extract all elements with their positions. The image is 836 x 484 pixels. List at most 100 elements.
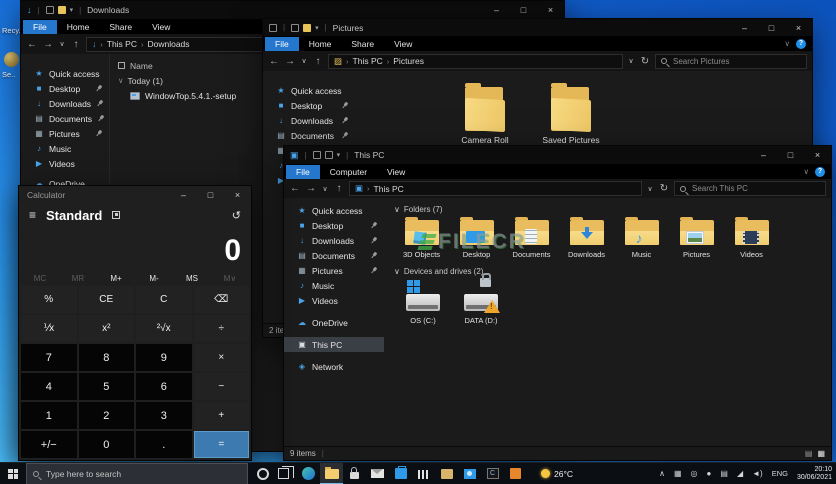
tab-file[interactable]: File — [23, 19, 57, 34]
calculator-title-bar[interactable]: Calculator – □ × — [19, 186, 251, 204]
menu-icon[interactable]: ≡ — [29, 208, 36, 222]
sidebar-item-network[interactable]: ◈ Network — [284, 359, 384, 374]
properties-icon[interactable] — [312, 151, 321, 159]
close-button[interactable]: × — [804, 146, 831, 164]
toolbar-dropdown-icon[interactable]: ▾ — [337, 151, 341, 159]
taskbar-app-bank[interactable] — [412, 463, 435, 484]
key-divide[interactable]: ÷ — [193, 315, 249, 342]
key-subtract[interactable]: − — [193, 373, 249, 400]
close-button[interactable]: × — [785, 19, 812, 36]
language-indicator[interactable]: ENG — [772, 469, 788, 478]
folder-tile-downloads[interactable]: Downloads — [559, 217, 614, 259]
sidebar-item-quick-access[interactable]: ★ Quick access — [21, 66, 109, 81]
address-dropdown-icon[interactable]: ∨ — [627, 57, 635, 65]
key-3[interactable]: 3 — [136, 402, 192, 429]
forward-icon[interactable]: → — [284, 56, 296, 67]
help-icon[interactable]: ? — [796, 38, 806, 49]
close-button[interactable]: × — [537, 1, 564, 19]
search-input[interactable] — [671, 55, 801, 67]
refresh-icon[interactable]: ↻ — [639, 56, 651, 67]
key-decimal[interactable]: . — [136, 431, 192, 458]
taskbar-app-mail[interactable] — [366, 463, 389, 484]
taskbar-app-files[interactable] — [435, 463, 458, 484]
back-icon[interactable]: ← — [26, 39, 38, 50]
key-clear-entry[interactable]: CE — [78, 286, 134, 313]
sidebar-item-downloads[interactable]: ↓ Downloads — [284, 233, 384, 248]
key-square[interactable]: x² — [78, 315, 134, 342]
new-folder-icon[interactable] — [324, 151, 333, 159]
keep-on-top-icon[interactable] — [112, 211, 121, 219]
tab-home[interactable]: Home — [57, 20, 100, 34]
folder-tile-saved-pictures[interactable]: Saved Pictures — [535, 83, 607, 145]
group-header-devices[interactable]: ∨ Devices and drives (2) — [394, 267, 827, 276]
taskbar-app-office[interactable] — [504, 463, 527, 484]
key-equals[interactable]: = — [193, 431, 249, 458]
forward-icon[interactable]: → — [42, 39, 54, 50]
tray-volume-icon[interactable]: ◄) — [752, 469, 763, 478]
folder-tile-camera-roll[interactable]: Camera Roll — [449, 83, 521, 145]
tray-grid-icon[interactable]: ▦ — [674, 469, 682, 478]
sidebar-item-music[interactable]: ♪ Music — [284, 278, 384, 293]
crumb-this-pc[interactable]: This PC — [374, 184, 404, 194]
downloads-title-bar[interactable]: ↓ | ▾ | Downloads – □ × — [21, 1, 564, 19]
up-icon[interactable]: ↑ — [312, 56, 324, 67]
pictures-title-bar[interactable]: | ▾ | Pictures – □ × — [263, 19, 812, 36]
key-reciprocal[interactable]: ⅟x — [21, 315, 77, 342]
new-folder-icon[interactable] — [303, 23, 312, 32]
new-folder-icon[interactable] — [57, 6, 66, 14]
sidebar-item-videos[interactable]: ▶ Videos — [284, 293, 384, 308]
key-4[interactable]: 4 — [21, 373, 77, 400]
tray-chevron-icon[interactable]: ∧ — [659, 469, 665, 478]
sidebar-item-videos[interactable]: ▶ Videos — [21, 156, 109, 171]
sidebar-item-downloads[interactable]: ↓ Downloads — [21, 96, 109, 111]
memory-clear-button[interactable]: MC — [21, 270, 59, 286]
tray-folder-icon[interactable]: ▤ — [720, 469, 728, 478]
sidebar-item-quick-access[interactable]: ★ Quick access — [284, 203, 384, 218]
tab-file[interactable]: File — [265, 36, 299, 51]
up-icon[interactable]: ↑ — [70, 39, 82, 50]
folder-tile-videos[interactable]: Videos — [724, 217, 779, 259]
memory-subtract-button[interactable]: M- — [135, 270, 173, 286]
properties-icon[interactable] — [45, 6, 54, 14]
taskbar-app-windowtop[interactable] — [343, 463, 366, 484]
taskbar-app-file-explorer[interactable] — [320, 462, 343, 484]
drive-tile-data-d[interactable]: DATA (D:) — [452, 273, 510, 325]
desktop-icon[interactable] — [4, 52, 19, 67]
folder-tile-3d-objects[interactable]: 3D Objects — [394, 217, 449, 259]
task-view-icon[interactable] — [278, 466, 294, 479]
ribbon-collapse-icon[interactable]: ∨ — [804, 167, 810, 176]
refresh-icon[interactable]: ↻ — [658, 183, 670, 194]
forward-icon[interactable]: → — [305, 183, 317, 194]
sidebar-item-quick-access[interactable]: ★ Quick access — [263, 83, 355, 98]
toolbar-dropdown-icon[interactable]: ▾ — [315, 24, 319, 32]
key-backspace[interactable]: ⌫ — [193, 286, 249, 313]
recent-dropdown-icon[interactable]: ∨ — [300, 57, 308, 65]
help-icon[interactable]: ? — [815, 166, 825, 177]
folder-tile-pictures[interactable]: Pictures — [669, 217, 724, 259]
memory-store-button[interactable]: MS — [173, 270, 211, 286]
ribbon-collapse-icon[interactable]: ∨ — [785, 39, 791, 48]
properties-icon[interactable] — [291, 23, 300, 32]
minimize-button[interactable]: – — [483, 1, 510, 19]
list-view-icon[interactable]: ▤ — [805, 449, 813, 458]
minimize-button[interactable]: – — [731, 19, 758, 36]
sidebar-item-downloads[interactable]: ↓ Downloads — [263, 113, 355, 128]
key-multiply[interactable]: × — [193, 344, 249, 371]
tray-dot-icon[interactable]: ● — [707, 469, 712, 478]
maximize-button[interactable]: □ — [777, 146, 804, 164]
collapse-icon[interactable]: ∨ — [118, 76, 124, 85]
desktop-icon-label[interactable]: Se.. — [2, 70, 15, 79]
tray-network-icon[interactable]: ◢ — [737, 469, 743, 478]
close-button[interactable]: × — [224, 186, 251, 204]
search-input[interactable] — [690, 183, 820, 194]
key-percent[interactable]: % — [21, 286, 77, 313]
taskbar-weather[interactable]: 26°C — [541, 469, 573, 479]
sidebar-item-documents[interactable]: ▤ Documents — [284, 248, 384, 263]
thumbnail-view-icon[interactable]: ▦ — [817, 449, 825, 458]
sidebar-item-documents[interactable]: ▤ Documents — [21, 111, 109, 126]
tab-view[interactable]: View — [384, 37, 422, 51]
calculator-mode[interactable]: Standard — [46, 208, 102, 223]
tab-view[interactable]: View — [142, 20, 180, 34]
memory-list-button[interactable]: M∨ — [211, 270, 249, 286]
tray-circle-icon[interactable]: ◎ — [691, 469, 698, 478]
